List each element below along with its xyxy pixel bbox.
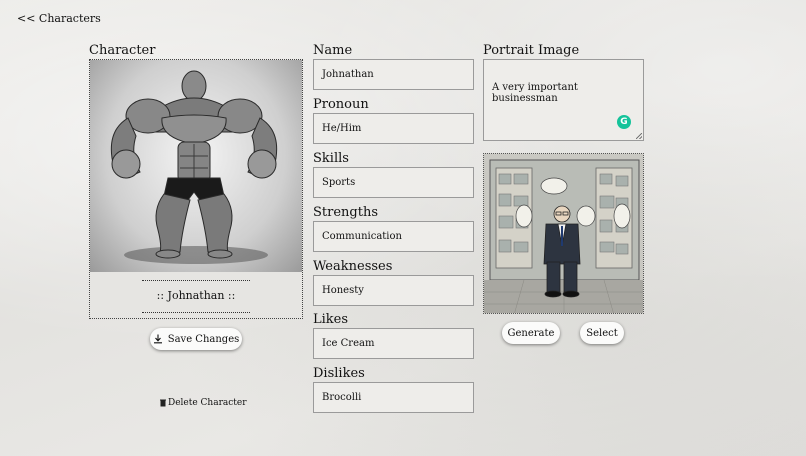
- save-changes-label: Save Changes: [167, 333, 240, 345]
- name-field[interactable]: Johnathan: [313, 59, 474, 90]
- dislikes-field[interactable]: Brocolli: [313, 382, 474, 413]
- pronoun-label: Pronoun: [313, 97, 369, 112]
- character-portrait-image: [90, 60, 302, 272]
- weaknesses-field[interactable]: Honesty: [313, 275, 474, 306]
- name-label: Name: [313, 43, 353, 58]
- dislikes-label: Dislikes: [313, 366, 365, 381]
- divider: [142, 280, 250, 281]
- delete-character-link[interactable]: Delete Character: [160, 398, 247, 408]
- likes-label: Likes: [313, 312, 349, 327]
- delete-character-label: Delete Character: [168, 398, 247, 408]
- character-name-plate: :: Johnathan ::: [90, 272, 302, 318]
- character-card: :: Johnathan ::: [89, 59, 303, 319]
- trash-icon: [160, 399, 166, 407]
- portrait-prompt-textarea[interactable]: A very important businessman: [483, 59, 644, 141]
- skills-label: Skills: [313, 151, 349, 166]
- likes-field[interactable]: Ice Cream: [313, 328, 474, 359]
- weaknesses-label: Weaknesses: [313, 259, 393, 274]
- generated-portrait-image: [483, 153, 644, 314]
- strengths-field[interactable]: Communication: [313, 221, 474, 252]
- portrait-image-label: Portrait Image: [483, 43, 580, 58]
- select-button[interactable]: Select: [580, 322, 624, 344]
- pronoun-field[interactable]: He/Him: [313, 113, 474, 144]
- resize-handle-icon[interactable]: [636, 133, 642, 139]
- select-label: Select: [586, 327, 618, 339]
- generate-label: Generate: [507, 327, 555, 339]
- divider: [142, 312, 250, 313]
- grammarly-icon[interactable]: G: [617, 115, 631, 129]
- generate-button[interactable]: Generate: [502, 322, 560, 344]
- strengths-label: Strengths: [313, 205, 378, 220]
- back-to-characters-link[interactable]: << Characters: [17, 12, 101, 25]
- save-changes-button[interactable]: Save Changes: [150, 328, 242, 350]
- character-section-label: Character: [89, 43, 156, 58]
- skills-field[interactable]: Sports: [313, 167, 474, 198]
- download-icon: [153, 334, 162, 344]
- character-name-display: :: Johnathan ::: [156, 288, 236, 302]
